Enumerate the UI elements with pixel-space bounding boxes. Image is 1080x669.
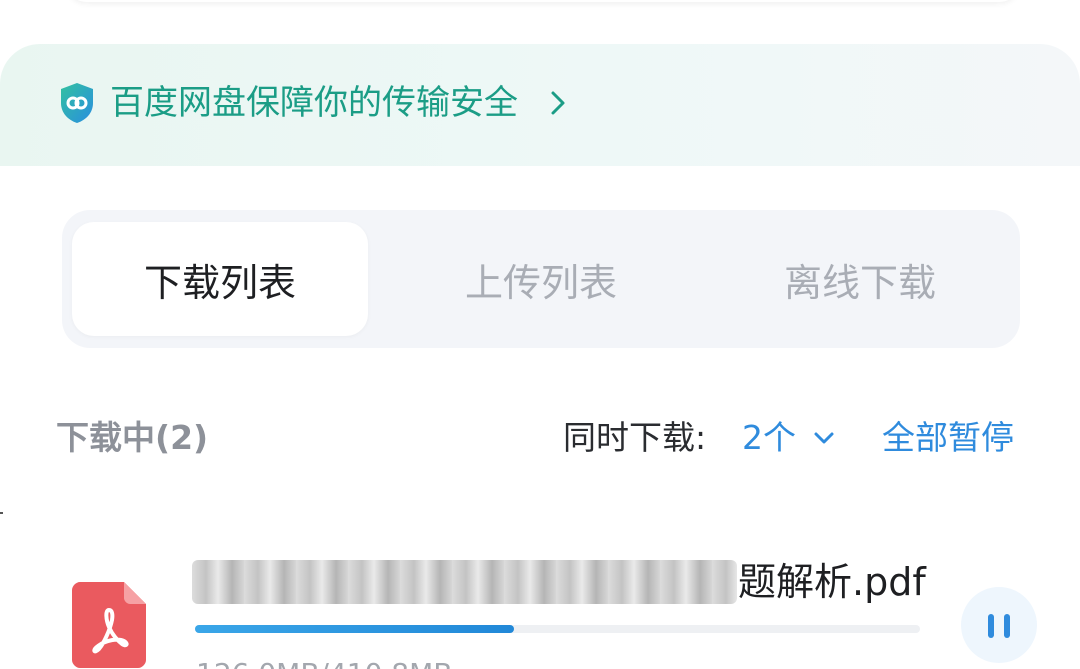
download-progress-bar (195, 625, 920, 633)
download-page: 百度网盘保障你的传输安全 下载列表 上传列表 离线下载 下载中(2) 同时下载:… (0, 0, 1080, 669)
download-item[interactable]: 题解析.pdf 126.0MB/410.8MB (0, 540, 1080, 669)
file-name-blurred (192, 560, 737, 604)
concurrent-download-label: 同时下载: (563, 418, 707, 457)
file-size-progress: 126.0MB/410.8MB (196, 656, 452, 669)
concurrent-download-select[interactable]: 2个 (742, 416, 796, 460)
pause-all-button[interactable]: 全部暂停 (882, 416, 1014, 460)
file-name: 题解析.pdf (738, 560, 926, 604)
security-banner-text: 百度网盘保障你的传输安全 (110, 83, 518, 123)
shield-icon (61, 83, 93, 123)
pdf-icon (72, 582, 146, 668)
tab-offline-download[interactable]: 离线下载 (712, 222, 1008, 336)
edge-marker (0, 512, 3, 514)
pause-icon (988, 614, 1010, 638)
tab-upload-list[interactable]: 上传列表 (393, 222, 689, 336)
security-banner[interactable]: 百度网盘保障你的传输安全 (0, 44, 1080, 166)
transfer-tab-bar: 下载列表 上传列表 离线下载 (62, 210, 1020, 348)
tab-download-list[interactable]: 下载列表 (72, 222, 368, 336)
pause-button[interactable] (961, 587, 1037, 663)
chevron-down-icon[interactable] (812, 430, 836, 446)
download-progress-fill (195, 625, 514, 633)
downloading-section-title: 下载中(2) (56, 418, 209, 457)
chevron-right-icon (551, 91, 565, 115)
top-card-edge (68, 0, 1018, 2)
